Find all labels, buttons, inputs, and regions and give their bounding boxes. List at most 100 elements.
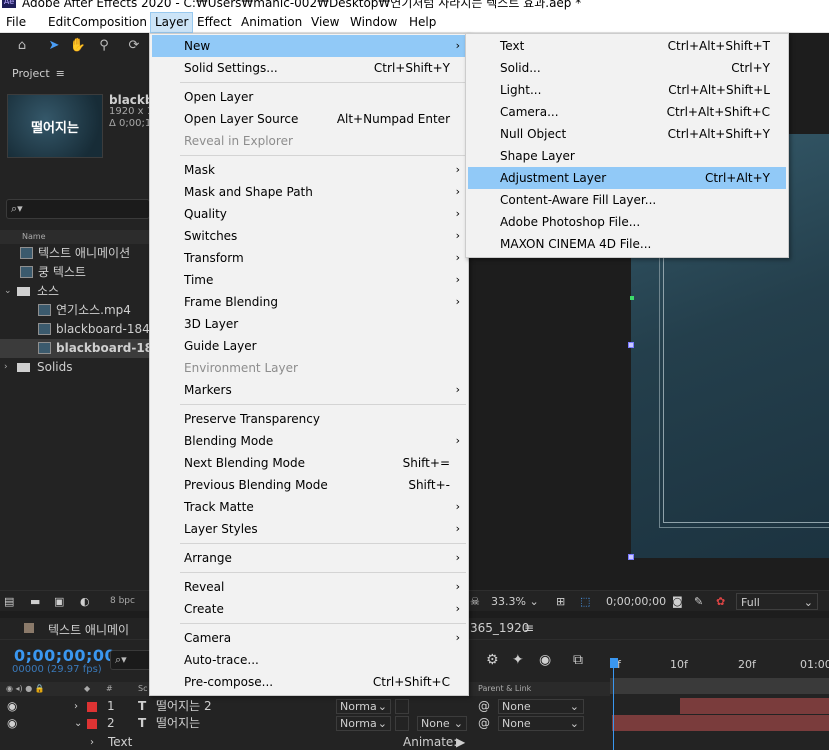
layer-menu-item-layer-styles[interactable]: Layer Styles › (152, 518, 466, 540)
menu-file[interactable]: File (2, 12, 30, 33)
rotate-icon[interactable]: ⟳ (124, 37, 144, 55)
new-menu-item-text[interactable]: Text Ctrl+Alt+Shift+T (468, 35, 786, 57)
chevron-down-icon[interactable]: ⌄ (74, 715, 82, 732)
layer-menu-item-arrange[interactable]: Arrange › (152, 547, 466, 569)
layer-menu-item-new[interactable]: New › (152, 35, 466, 57)
timeline-tab-2[interactable]: 365_1920 (470, 621, 529, 635)
menu-window[interactable]: Window (346, 12, 401, 33)
mask-visibility-icon[interactable]: ☠ (470, 593, 480, 610)
label-color-swatch[interactable] (87, 719, 97, 729)
menu-view[interactable]: View (307, 12, 343, 33)
graph-editor-icon[interactable]: ⧉ (573, 652, 583, 668)
layer-menu-item-time[interactable]: Time › (152, 269, 466, 291)
layer-menu-item-pre-compose[interactable]: Pre-compose... Ctrl+Shift+C (152, 671, 466, 693)
time-ruler[interactable]: 0f10f20f01:00 (610, 650, 829, 680)
new-menu-item-camera[interactable]: Camera... Ctrl+Alt+Shift+C (468, 101, 786, 123)
new-menu-item-null-object[interactable]: Null Object Ctrl+Alt+Shift+Y (468, 123, 786, 145)
layer-menu-item-transform[interactable]: Transform › (152, 247, 466, 269)
project-item[interactable]: 텍스트 애니메이션 (0, 244, 150, 263)
project-item[interactable]: blackboard-18 (0, 339, 150, 358)
chevron-down-icon[interactable]: ⌄ (4, 282, 12, 301)
shy-icon[interactable]: ✦ (512, 652, 524, 668)
project-settings-icon[interactable]: ◐ (80, 593, 90, 610)
current-time-display[interactable]: 0;00;00;00 (14, 646, 116, 665)
layer-menu-item-3d-layer[interactable]: 3D Layer (152, 313, 466, 335)
project-item[interactable]: › Solids (0, 358, 150, 377)
project-item[interactable]: 연기소스.mp4 (0, 301, 150, 320)
layer-menu-item-frame-blending[interactable]: Frame Blending › (152, 291, 466, 313)
new-menu-item-shape-layer[interactable]: Shape Layer (468, 145, 786, 167)
layer-menu-item-track-matte[interactable]: Track Matte › (152, 496, 466, 518)
panel-menu-icon[interactable]: ≡ (56, 67, 65, 80)
label-color-swatch[interactable] (87, 702, 97, 712)
menu-composition[interactable]: Composition (68, 12, 151, 33)
current-time-indicator[interactable] (610, 652, 618, 750)
menu-help[interactable]: Help (405, 12, 440, 33)
eye-icon[interactable]: ◉ (7, 698, 17, 715)
cti-head[interactable] (610, 658, 618, 668)
layer-bar-1[interactable] (680, 698, 829, 714)
layer-menu-item-previous-blending-mode[interactable]: Previous Blending Mode Shift+- (152, 474, 466, 496)
new-menu-item-light[interactable]: Light... Ctrl+Alt+Shift+L (468, 79, 786, 101)
project-item[interactable]: blackboard-1846 (0, 320, 150, 339)
chevron-right-icon[interactable]: › (74, 698, 78, 715)
new-menu-item-adjustment-layer[interactable]: Adjustment Layer Ctrl+Alt+Y (468, 167, 786, 189)
project-search-input[interactable]: ⌕▾ (6, 199, 150, 219)
chevron-right-icon[interactable]: › (4, 358, 8, 377)
project-item[interactable]: 쿵 텍스트 (0, 263, 150, 282)
layer-menu-item-guide-layer[interactable]: Guide Layer (152, 335, 466, 357)
track-matte-dropdown[interactable]: None ⌄ (417, 716, 467, 731)
blend-mode-dropdown[interactable]: Norma ⌄ (336, 699, 391, 714)
layer-row[interactable]: ◉ ⌄ 2 T 떨어지는 Norma ⌄ None ⌄ @ None ⌄ (0, 715, 610, 732)
preserve-transparency-toggle[interactable] (395, 716, 409, 731)
channel-icon[interactable]: ✿ (716, 593, 725, 610)
snapshot-icon[interactable]: ◙ (672, 593, 683, 610)
new-menu-item-solid[interactable]: Solid... Ctrl+Y (468, 57, 786, 79)
layer-menu-item-camera[interactable]: Camera › (152, 627, 466, 649)
home-icon[interactable]: ⌂ (12, 37, 32, 55)
new-folder-icon[interactable]: ▬ (30, 593, 40, 610)
bpc-indicator[interactable]: 8 bpc (110, 593, 135, 610)
layer-handle[interactable] (628, 342, 634, 348)
layer-menu-item-markers[interactable]: Markers › (152, 379, 466, 401)
text-property-row[interactable]: › Text Animate: ▶ (0, 734, 610, 750)
parent-dropdown[interactable]: None ⌄ (498, 716, 584, 731)
new-comp-icon[interactable]: ▣ (54, 593, 64, 610)
animate-play-icon[interactable]: ▶ (456, 734, 465, 750)
layer-menu-item-mask[interactable]: Mask › (152, 159, 466, 181)
layer-menu-item-open-layer[interactable]: Open Layer (152, 86, 466, 108)
layer-menu-item-solid-settings[interactable]: Solid Settings... Ctrl+Shift+Y (152, 57, 466, 79)
layer-menu-item-reveal[interactable]: Reveal › (152, 576, 466, 598)
layer-bar-2[interactable] (612, 715, 829, 731)
zoom-icon[interactable]: ⚲ (94, 37, 114, 55)
region-of-interest-icon[interactable]: ⬚ (580, 593, 590, 610)
layer-name[interactable]: 떨어지는 (156, 715, 200, 732)
viewer-timecode[interactable]: 0;00;00;00 (606, 593, 666, 610)
menu-layer[interactable]: Layer (150, 12, 194, 33)
project-item[interactable]: ⌄ 소스 (0, 282, 150, 301)
show-snapshot-icon[interactable]: ✎ (694, 593, 703, 610)
layer-row[interactable]: ◉ › 1 T 떨어지는 2 Norma ⌄ @ None ⌄ (0, 698, 610, 715)
layer-menu-item-blending-mode[interactable]: Blending Mode › (152, 430, 466, 452)
new-menu-item-maxon-cinema-4d-file[interactable]: MAXON CINEMA 4D File... (468, 233, 786, 255)
layer-menu-item-next-blending-mode[interactable]: Next Blending Mode Shift+= (152, 452, 466, 474)
layer-menu-item-open-layer-source[interactable]: Open Layer Source Alt+Numpad Enter (152, 108, 466, 130)
menu-effect[interactable]: Effect (193, 12, 236, 33)
preserve-transparency-toggle[interactable] (395, 699, 409, 714)
layer-menu-item-switches[interactable]: Switches › (152, 225, 466, 247)
zoom-dropdown[interactable]: 33.3% ⌄ (491, 593, 539, 610)
layer-handle[interactable] (628, 554, 634, 560)
layer-menu-item-create[interactable]: Create › (152, 598, 466, 620)
parent-dropdown[interactable]: None ⌄ (498, 699, 584, 714)
project-column-name[interactable]: Name (0, 230, 150, 244)
eye-icon[interactable]: ◉ (7, 715, 17, 732)
layer-menu-item-auto-trace[interactable]: Auto-trace... (152, 649, 466, 671)
pick-whip-icon[interactable]: @ (478, 715, 490, 732)
layer-name[interactable]: 떨어지는 2 (156, 698, 212, 715)
hand-icon[interactable]: ✋ (68, 37, 88, 55)
new-menu-item-adobe-photoshop-file[interactable]: Adobe Photoshop File... (468, 211, 786, 233)
menu-animation[interactable]: Animation (237, 12, 306, 33)
interpret-footage-icon[interactable]: ▤ (4, 593, 14, 610)
layer-menu-item-mask-and-shape-path[interactable]: Mask and Shape Path › (152, 181, 466, 203)
work-area-bar[interactable] (610, 678, 829, 694)
